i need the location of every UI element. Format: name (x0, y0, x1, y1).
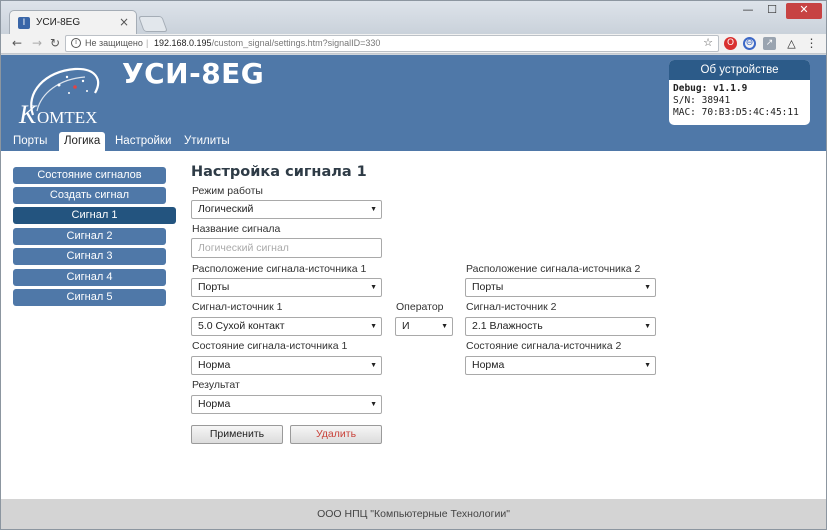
source2-location-select[interactable]: Порты ▼ (465, 278, 656, 297)
form-title: Настройка сигнала 1 (191, 164, 367, 180)
sync-extension-icon[interactable]: ⊖ (743, 37, 756, 50)
komtex-logo: K OMTEX (18, 67, 100, 129)
mode-select-value: Логический (198, 203, 254, 215)
url-host: 192.168.0.195 (154, 38, 212, 48)
maximize-icon[interactable]: ☐ (761, 3, 783, 19)
puzzle-extension-icon[interactable]: ↗ (763, 37, 776, 50)
source1-signal-select[interactable]: 5.0 Сухой контакт ▼ (191, 317, 382, 336)
address-bar[interactable]: i Не защищено | 192.168.0.195/custom_sig… (65, 35, 719, 52)
source2-signal-select[interactable]: 2.1 Влажность ▼ (465, 317, 656, 336)
bookmark-star-icon[interactable]: ☆ (703, 36, 713, 51)
nav-ports[interactable]: Порты (8, 132, 52, 151)
minimize-icon[interactable]: — (737, 3, 759, 19)
source1-state-label: Состояние сигнала-источника 1 (192, 340, 348, 352)
source1-location-label: Расположение сигнала-источника 1 (192, 263, 367, 275)
close-window-icon[interactable]: ✕ (786, 3, 822, 19)
sidebar-item-signal-5[interactable]: Сигнал 5 (13, 289, 166, 306)
device-info-title: Об устройстве (669, 60, 810, 80)
address-separator: | (146, 38, 149, 48)
address-toolbar: ← → ↻ i Не защищено | 192.168.0.195/cust… (1, 34, 826, 54)
chevron-down-icon: ▼ (370, 323, 377, 330)
chevron-down-icon: ▼ (370, 284, 377, 291)
source2-signal-label: Сигнал-источник 2 (466, 301, 557, 313)
device-debug-version: Debug: v1.1.9 (673, 83, 748, 94)
browser-menu-icon[interactable]: ⋮ (805, 37, 818, 50)
source2-signal-value: 2.1 Влажность (472, 320, 543, 332)
device-mac: MAC: 70:B3:D5:4C:45:11 (673, 107, 799, 118)
source1-signal-label: Сигнал-источник 1 (192, 301, 283, 313)
sidebar-item-signal-2[interactable]: Сигнал 2 (13, 228, 166, 245)
source1-state-value: Норма (198, 359, 231, 371)
sidebar-item-create-signal[interactable]: Создать сигнал (13, 187, 166, 204)
source1-location-select[interactable]: Порты ▼ (191, 278, 382, 297)
signal-name-input[interactable]: Логический сигнал (191, 238, 382, 258)
operator-select[interactable]: И ▼ (395, 317, 453, 336)
nav-settings[interactable]: Настройки (110, 132, 176, 151)
operator-value: И (402, 320, 410, 332)
browser-window: I УСИ-8EG × — ☐ ✕ ← → ↻ i Не защищено | … (0, 0, 827, 530)
operator-label: Оператор (396, 301, 444, 313)
delete-button[interactable]: Удалить (290, 425, 382, 444)
mode-label: Режим работы (192, 185, 263, 197)
uci-favicon-icon: I (18, 17, 30, 29)
source1-signal-value: 5.0 Сухой контакт (198, 320, 285, 332)
logo-text: OMTEX (37, 108, 97, 127)
security-label: Не защищено (85, 38, 143, 48)
close-tab-icon[interactable]: × (119, 15, 129, 29)
nav-logic[interactable]: Логика (59, 132, 106, 151)
page-viewport: K OMTEX УСИ-8EG Об устройстве Debug: v1.… (1, 55, 826, 529)
sidebar-item-signal-3[interactable]: Сигнал 3 (13, 248, 166, 265)
signal-name-label: Название сигнала (192, 223, 281, 235)
info-icon[interactable]: i (71, 38, 81, 48)
apply-button[interactable]: Применить (191, 425, 283, 444)
source2-location-value: Порты (472, 281, 504, 293)
url-path: /custom_signal/settings.htm?signalID=330 (211, 38, 381, 48)
source2-state-value: Норма (472, 359, 505, 371)
result-value: Норма (198, 398, 231, 410)
chevron-down-icon: ▼ (370, 362, 377, 369)
page-header: K OMTEX УСИ-8EG Об устройстве Debug: v1.… (1, 55, 826, 151)
sidebar-item-signal-1[interactable]: Сигнал 1 (13, 207, 176, 224)
source1-location-value: Порты (198, 281, 230, 293)
source1-state-select[interactable]: Норма ▼ (191, 356, 382, 375)
title-bar: I УСИ-8EG × — ☐ ✕ (1, 1, 826, 35)
svg-text:K: K (18, 100, 38, 129)
source2-state-select[interactable]: Норма ▼ (465, 356, 656, 375)
sidebar-item-signal-4[interactable]: Сигнал 4 (13, 269, 166, 286)
mode-select[interactable]: Логический ▼ (191, 200, 382, 219)
result-label: Результат (192, 379, 240, 391)
triangle-extension-icon[interactable]: △ (785, 37, 798, 50)
chevron-down-icon: ▼ (644, 284, 651, 291)
page-footer: ООО НПЦ "Компьютерные Технологии" (1, 499, 826, 529)
source2-state-label: Состояние сигнала-источника 2 (466, 340, 622, 352)
source2-location-label: Расположение сигнала-источника 2 (466, 263, 641, 275)
url-text: 192.168.0.195/custom_signal/settings.htm… (154, 36, 380, 51)
forward-icon[interactable]: → (29, 36, 45, 50)
chevron-down-icon: ▼ (441, 323, 448, 330)
chevron-down-icon: ▼ (370, 401, 377, 408)
result-select[interactable]: Норма ▼ (191, 395, 382, 414)
device-info-panel: Об устройстве Debug: v1.1.9 S/N: 38941 M… (669, 60, 810, 125)
chevron-down-icon: ▼ (370, 206, 377, 213)
device-serial: S/N: 38941 (673, 95, 731, 106)
back-icon[interactable]: ← (9, 36, 25, 50)
app-name: УСИ-8EG (122, 57, 265, 90)
chevron-down-icon: ▼ (644, 323, 651, 330)
tab-title: УСИ-8EG (36, 17, 81, 28)
chevron-down-icon: ▼ (644, 362, 651, 369)
sidebar-item-signal-states[interactable]: Состояние сигналов (13, 167, 166, 184)
browser-tab[interactable]: I УСИ-8EG × (9, 10, 137, 35)
nav-utilities[interactable]: Утилиты (179, 132, 235, 151)
new-tab-button[interactable] (138, 16, 168, 32)
reload-icon[interactable]: ↻ (47, 36, 63, 50)
opera-extension-icon[interactable]: O (724, 37, 737, 50)
